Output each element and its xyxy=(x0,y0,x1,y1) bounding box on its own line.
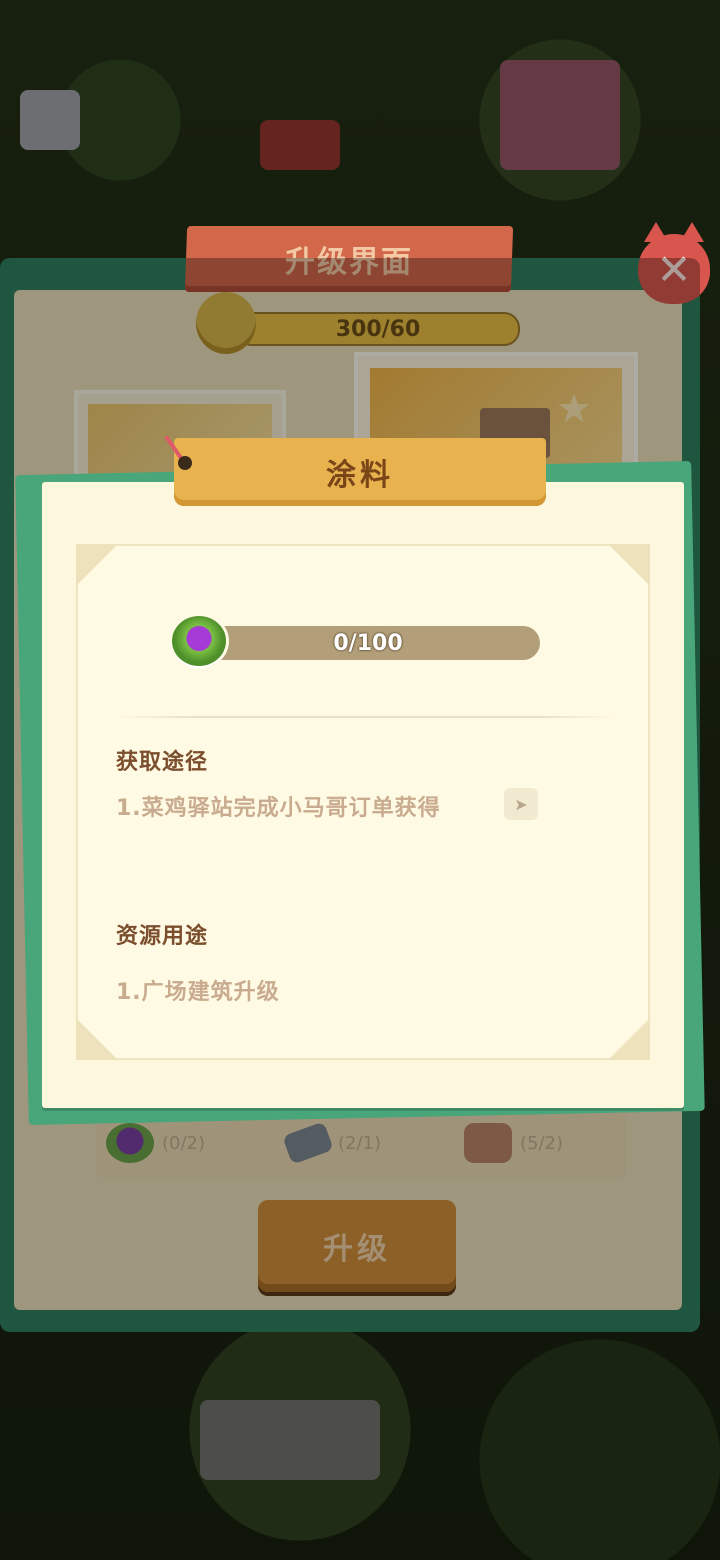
arrow-right-icon: ➤ xyxy=(514,794,528,814)
resource-progress-bar: 0/100 xyxy=(196,626,540,660)
paint-icon xyxy=(172,616,226,666)
divider xyxy=(116,716,616,718)
popup-title: 涂料 xyxy=(326,458,394,493)
cat-ear-left xyxy=(644,222,668,242)
cat-ear-right xyxy=(680,222,704,242)
paper-corner xyxy=(608,544,650,586)
usage-heading: 资源用途 xyxy=(116,924,209,949)
paper-corner xyxy=(608,1018,650,1060)
obtain-heading: 获取途径 xyxy=(116,750,209,775)
usage-item: 1.广场建筑升级 xyxy=(116,980,280,1005)
pin-icon xyxy=(178,456,192,470)
obtain-item: 1.菜鸡驿站完成小马哥订单获得 xyxy=(116,796,441,821)
paper-corner xyxy=(76,1018,118,1060)
paper-corner xyxy=(76,544,118,586)
go-to-source-button[interactable]: ➤ xyxy=(504,788,538,820)
